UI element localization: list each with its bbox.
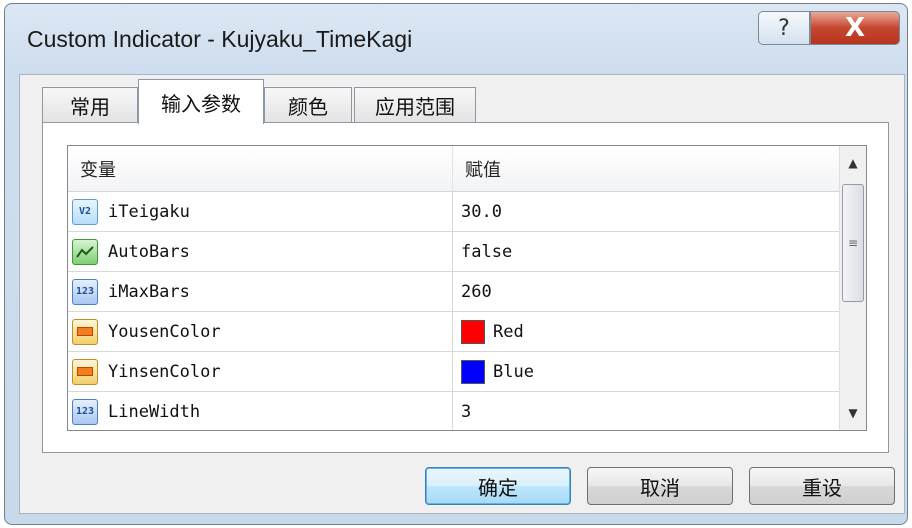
color-swatch: [461, 359, 485, 384]
param-name-cell: 123 iMaxBars: [68, 272, 453, 311]
param-name: iMaxBars: [108, 281, 190, 302]
param-value-cell[interactable]: 260: [453, 272, 840, 311]
param-value: 3: [461, 401, 472, 422]
close-icon: X: [844, 13, 866, 43]
tab-colors[interactable]: 颜色: [264, 87, 352, 123]
table-row[interactable]: YousenColor Red: [68, 312, 840, 352]
param-name-cell: V2 iTeigaku: [68, 192, 453, 231]
tab-label: 常用: [70, 95, 110, 119]
color-type-icon: [72, 318, 98, 345]
param-value-cell[interactable]: false: [453, 232, 840, 271]
table-row[interactable]: 123 iMaxBars 260: [68, 272, 840, 312]
param-name: LineWidth: [108, 401, 201, 422]
param-name: YousenColor: [108, 321, 221, 342]
param-value: 30.0: [461, 201, 502, 222]
color-type-icon: [72, 358, 98, 385]
grid-header: 变量 赋值: [68, 146, 840, 192]
param-value-cell[interactable]: 3: [453, 392, 840, 430]
int-type-icon: 123: [72, 398, 98, 425]
dialog-window: Custom Indicator - Kujyaku_TimeKagi ? X …: [4, 3, 908, 525]
parameters-grid: 变量 赋值 V2 iTeigaku 30.0 AutoBars false 12…: [67, 145, 867, 431]
param-value: 260: [461, 281, 492, 302]
help-icon: ?: [778, 15, 790, 41]
scroll-down-arrow-icon[interactable]: ▼: [840, 396, 866, 430]
table-row[interactable]: V2 iTeigaku 30.0: [68, 192, 840, 232]
param-name-cell: AutoBars: [68, 232, 453, 271]
tab-label: 输入参数: [161, 91, 241, 116]
table-row[interactable]: 123 LineWidth 3: [68, 392, 840, 430]
scroll-up-arrow-icon[interactable]: ▲: [840, 146, 866, 180]
vertical-scrollbar[interactable]: ▲ ≡ ▼: [839, 146, 866, 430]
close-button[interactable]: X: [810, 11, 900, 45]
column-header-variable[interactable]: 变量: [68, 146, 453, 192]
bool-type-icon: [72, 238, 98, 265]
param-value-cell[interactable]: Blue: [453, 352, 840, 391]
tab-panel-input-parameters: 变量 赋值 V2 iTeigaku 30.0 AutoBars false 12…: [42, 122, 889, 453]
double-type-icon: V2: [72, 198, 98, 225]
tab-common[interactable]: 常用: [42, 87, 138, 123]
param-name-cell: YousenColor: [68, 312, 453, 351]
tab-label: 颜色: [288, 95, 328, 119]
param-name: YinsenColor: [108, 361, 221, 382]
param-value: Red: [493, 321, 524, 342]
cancel-button[interactable]: 取消: [587, 467, 733, 505]
param-value: Blue: [493, 361, 534, 382]
window-title: Custom Indicator - Kujyaku_TimeKagi: [27, 26, 413, 52]
param-name: AutoBars: [108, 241, 190, 262]
int-type-icon: 123: [72, 278, 98, 305]
ok-button[interactable]: 确定: [425, 467, 571, 505]
tab-input-parameters[interactable]: 输入参数: [138, 79, 264, 124]
tab-visualization[interactable]: 应用范围: [354, 87, 476, 123]
color-swatch: [461, 319, 485, 344]
table-row[interactable]: YinsenColor Blue: [68, 352, 840, 392]
param-name-cell: 123 LineWidth: [68, 392, 453, 430]
column-header-value[interactable]: 赋值: [453, 146, 840, 192]
param-value: false: [461, 241, 513, 262]
param-name-cell: YinsenColor: [68, 352, 453, 391]
param-value-cell[interactable]: Red: [453, 312, 840, 351]
scroll-thumb[interactable]: ≡: [842, 184, 864, 302]
table-row[interactable]: AutoBars false: [68, 232, 840, 272]
param-value-cell[interactable]: 30.0: [453, 192, 840, 231]
param-name: iTeigaku: [108, 201, 190, 222]
reset-button[interactable]: 重设: [749, 467, 895, 505]
help-button[interactable]: ?: [758, 11, 810, 45]
dialog-client-area: 常用 输入参数 颜色 应用范围 变量 赋值 V2 iTeigaku 30.0 A…: [19, 74, 905, 514]
tab-label: 应用范围: [375, 95, 455, 119]
